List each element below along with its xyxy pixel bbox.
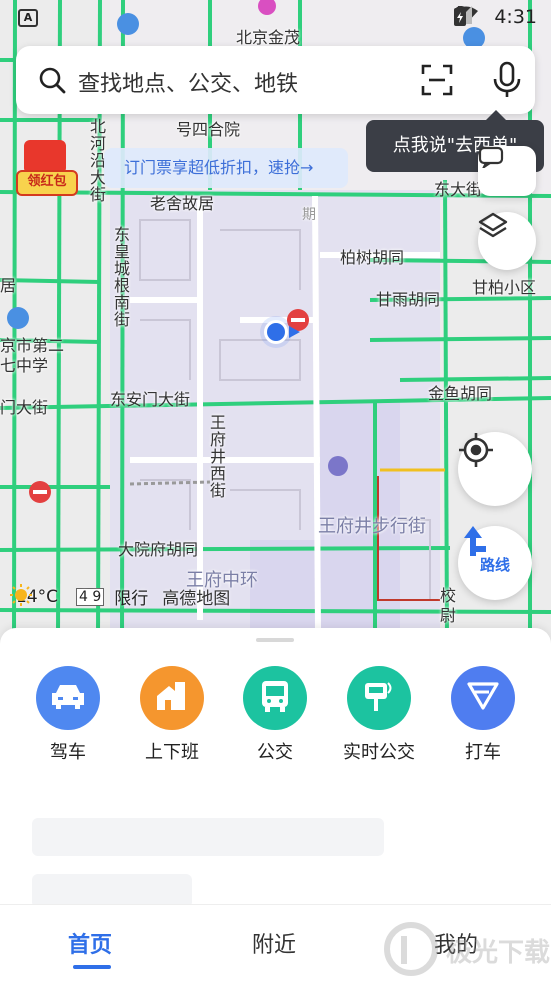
promo-banner[interactable]: 订门票享超低折扣，速抢→ — [104, 148, 348, 188]
quick-action-label: 打车 — [465, 742, 501, 763]
watermark-logo-icon — [384, 922, 438, 976]
map-label: 柏树胡同 — [340, 248, 405, 267]
watermark: 极光下载 — [382, 920, 550, 978]
tab-nearby[interactable]: 附近 — [252, 927, 296, 959]
realtime-bus-icon — [362, 679, 396, 717]
map-label: 大院府胡同 — [118, 540, 199, 559]
quick-action-label: 上下班 — [145, 742, 199, 763]
quick-action-commute[interactable]: 上下班 — [132, 666, 212, 764]
route-label: 路线 — [479, 555, 510, 574]
map-label: 老舍故居 — [150, 194, 215, 213]
map-view[interactable]: 北京金茂 号四合院 老舍故居 东皇城根南街 北河沿大街 柏树胡同 甘雨胡同 甘柏… — [0, 0, 551, 640]
map-label: 期 — [302, 207, 316, 223]
watermark-text: 极光下载 — [446, 938, 551, 968]
car-icon — [50, 683, 86, 713]
map-brand: 高德地图 — [162, 589, 231, 609]
red-packet-button[interactable]: 领红包 — [14, 140, 78, 196]
map-label: 东皇城根南街 — [111, 226, 130, 328]
map-label: 门大街 — [0, 398, 49, 417]
quick-action-circle — [451, 666, 515, 730]
search-input[interactable]: 查找地点、公交、地铁 — [78, 66, 298, 98]
map-label: 王府井西街 — [207, 414, 226, 499]
map-label: 金鱼胡同 — [428, 384, 493, 403]
red-packet-label: 领红包 — [16, 170, 78, 196]
tab-home[interactable]: 首页 — [68, 927, 112, 959]
clock-time: 4:31 — [494, 6, 537, 28]
map-label: 甘雨胡同 — [376, 290, 441, 309]
weather-widget[interactable]: 14°C 4 9 限行 高德地图 — [10, 584, 230, 609]
quick-action-label: 公交 — [257, 742, 293, 763]
loading-placeholder — [32, 818, 384, 856]
locate-button[interactable] — [458, 432, 532, 506]
bus-icon — [260, 679, 290, 717]
layers-button[interactable] — [478, 212, 536, 270]
route-button[interactable]: 路线 — [458, 526, 532, 600]
map-label: 号四合院 — [176, 120, 241, 139]
quick-action-circle — [140, 666, 204, 730]
map-label: 东安门大街 — [110, 390, 191, 409]
quick-action-bus[interactable]: 公交 — [235, 666, 315, 764]
active-tab-indicator — [73, 965, 111, 969]
traffic-restriction-digits: 4 9 — [76, 587, 105, 606]
quick-action-taxi[interactable]: 打车 — [443, 666, 523, 764]
map-label: 居 — [0, 276, 17, 295]
map-label: 东大街 — [434, 180, 483, 199]
red-envelope-icon — [24, 140, 66, 174]
bottom-sheet[interactable]: 驾车 上下班 公交 实时公交 打车 — [0, 628, 551, 908]
quick-action-circle — [243, 666, 307, 730]
notification-icon: A — [18, 9, 38, 27]
map-label: 校 尉 — [440, 586, 457, 625]
quick-action-drive[interactable]: 驾车 — [28, 666, 108, 764]
sheet-handle[interactable] — [256, 638, 294, 642]
message-button[interactable] — [478, 146, 536, 196]
quick-action-circle — [36, 666, 100, 730]
map-label: 甘柏小区 — [472, 278, 537, 297]
status-bar: A 4:31 — [0, 0, 551, 36]
taxi-icon — [467, 682, 499, 714]
quick-action-realtime-bus[interactable]: 实时公交 — [339, 666, 419, 764]
quick-action-label: 实时公交 — [343, 742, 415, 763]
quick-action-circle — [347, 666, 411, 730]
map-label: 王府井步行街 — [318, 516, 426, 537]
no-entry-icon — [29, 481, 51, 503]
quick-action-label: 驾车 — [50, 742, 86, 763]
loading-placeholder — [32, 874, 192, 908]
traffic-restriction-label: 限行 — [114, 589, 149, 609]
commute-icon — [155, 680, 189, 716]
search-bar[interactable]: 查找地点、公交、地铁 — [16, 46, 535, 114]
map-label: 京市第二 七中学 — [0, 336, 65, 375]
